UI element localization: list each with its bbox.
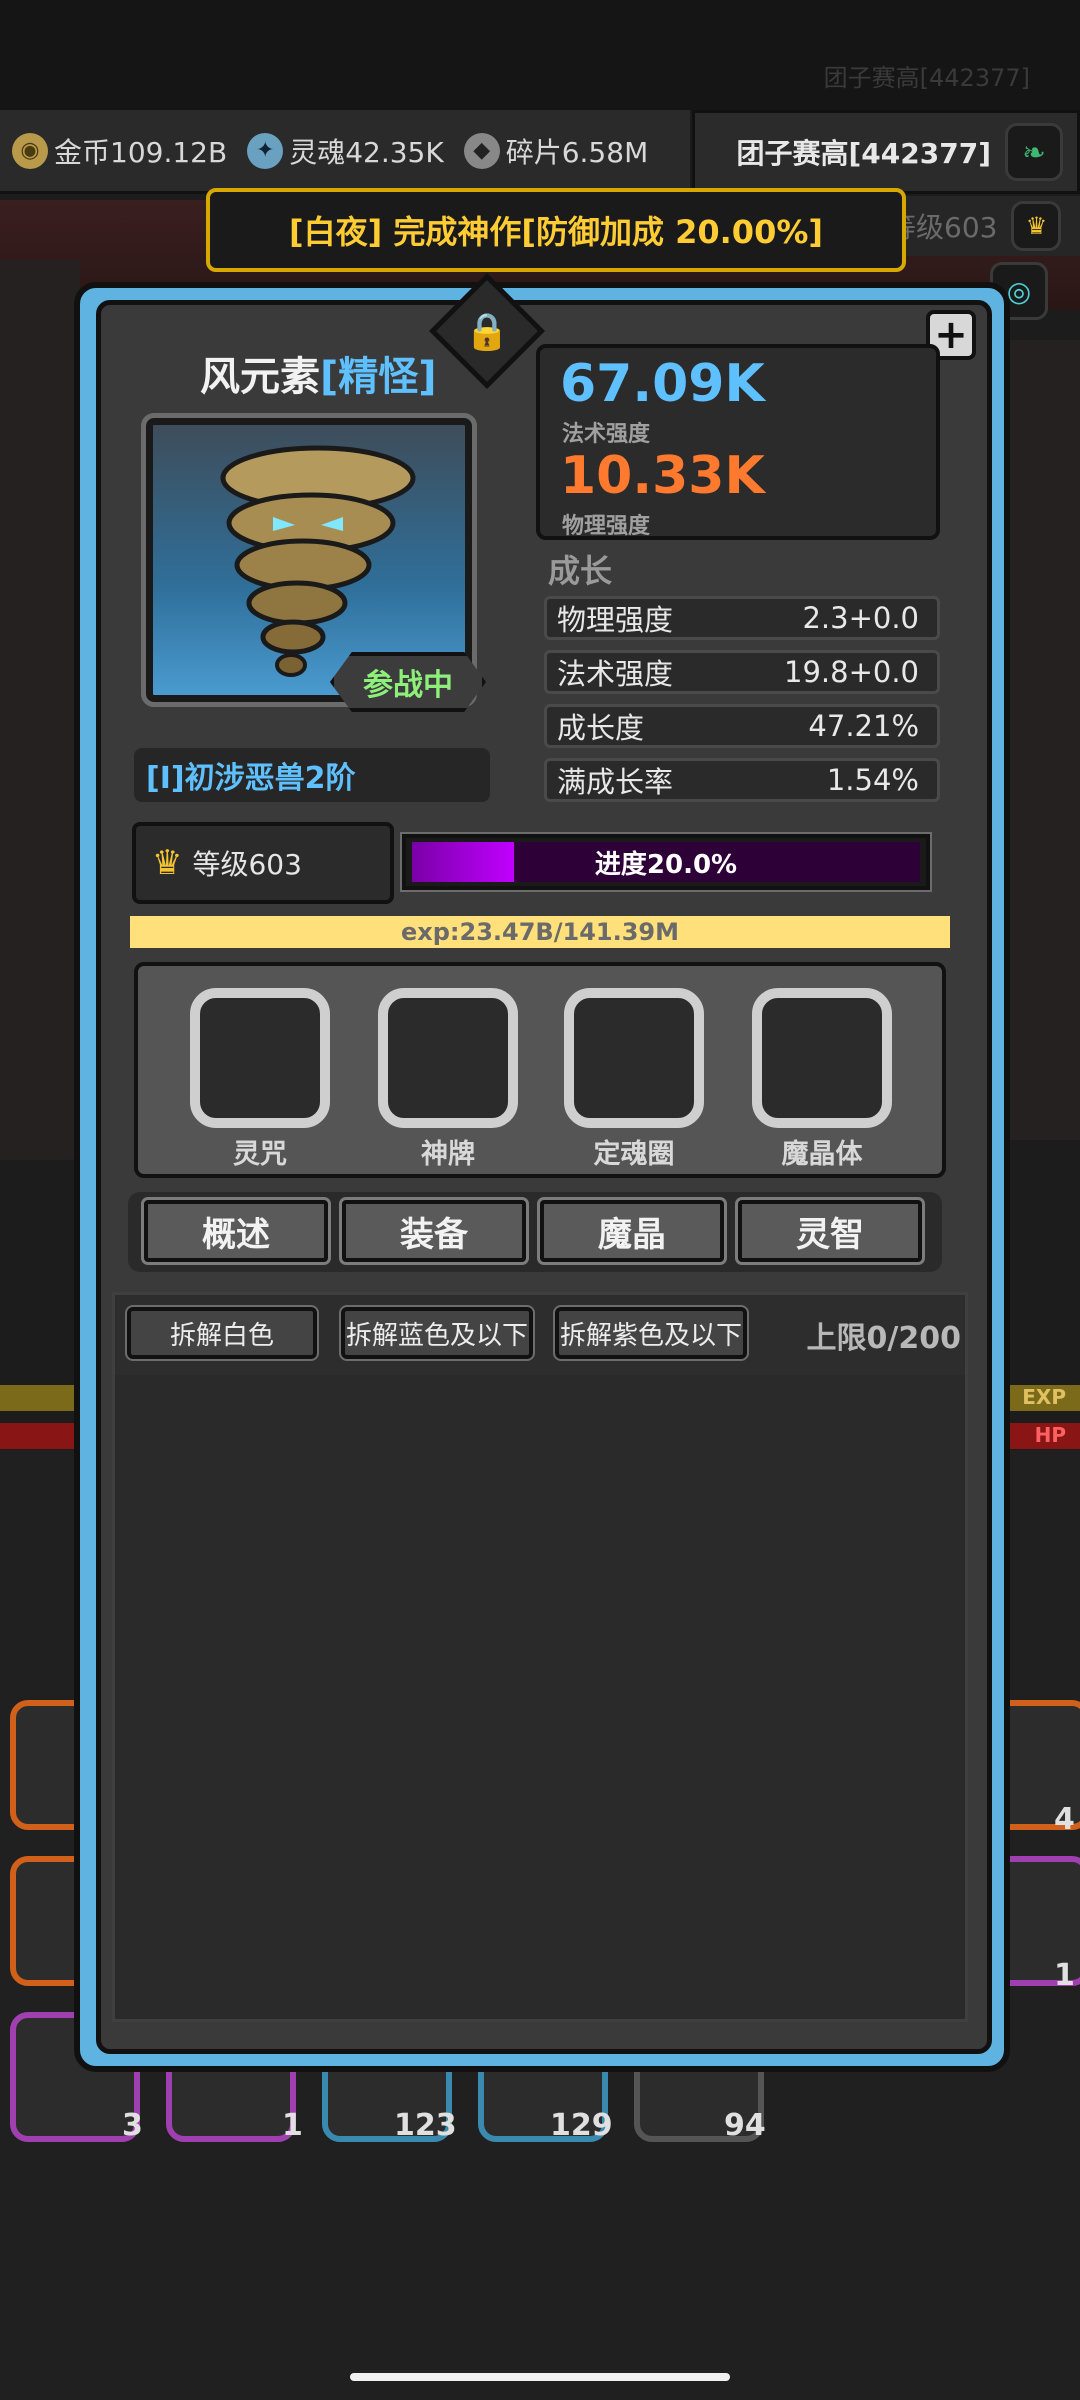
currency-soul[interactable]: ✦ 灵魂42.35K bbox=[247, 131, 444, 171]
currency-gold-label: 金币109.12B bbox=[54, 135, 228, 169]
equip-slot-crystal[interactable] bbox=[752, 988, 892, 1128]
physical-power-label: 物理强度 bbox=[562, 514, 651, 539]
home-indicator[interactable] bbox=[350, 2373, 730, 2381]
equip-slot-label: 神牌 bbox=[421, 1139, 475, 1170]
right-menu-background bbox=[1000, 340, 1080, 1140]
tab-crystal[interactable]: 魔晶 bbox=[537, 1197, 727, 1265]
power-summary: 67.09K 法术强度 10.33K 物理强度 bbox=[536, 344, 940, 540]
growth-stat-label: 法术强度 bbox=[557, 657, 674, 691]
deploy-status-badge[interactable]: 参战中 bbox=[330, 652, 486, 712]
equip-slot-soul-ring[interactable] bbox=[564, 988, 704, 1128]
growth-stat-label: 成长度 bbox=[557, 711, 645, 745]
growth-stat-label: 物理强度 bbox=[557, 603, 674, 637]
currency-soul-label: 灵魂42.35K bbox=[289, 135, 444, 169]
growth-section-title: 成长 bbox=[548, 552, 613, 590]
equip-slot-curse[interactable] bbox=[190, 988, 330, 1128]
inventory-capacity: 上限0/200 bbox=[806, 1321, 961, 1356]
monster-tier: [I]初涉恶兽2阶 bbox=[134, 748, 490, 802]
left-menu-background bbox=[0, 260, 80, 1160]
growth-stat-row: 物理强度 2.3+0.0 bbox=[544, 596, 940, 640]
hp-strip-label: HP bbox=[1034, 1423, 1066, 1447]
equip-slot-label: 定魂圈 bbox=[593, 1139, 675, 1170]
shard-icon: ◆ bbox=[463, 132, 500, 169]
equipment-slot-panel: 灵咒 神牌 定魂圈 魔晶体 bbox=[134, 962, 946, 1178]
growth-stat-row: 满成长率 1.54% bbox=[544, 758, 940, 802]
growth-stat-row: 法术强度 19.8+0.0 bbox=[544, 650, 940, 694]
stack-count: 3 bbox=[122, 2108, 143, 2143]
growth-stat-value: 19.8+0.0 bbox=[784, 655, 919, 689]
progress-label: 进度20.0% bbox=[594, 849, 738, 880]
top-bar-background bbox=[0, 0, 1080, 110]
growth-stat-value: 47.21% bbox=[808, 709, 919, 743]
growth-stat-label: 满成长率 bbox=[557, 765, 674, 799]
stack-count: 4 bbox=[1054, 1802, 1075, 1837]
stack-count: 129 bbox=[550, 2108, 613, 2143]
tab-overview[interactable]: 概述 bbox=[141, 1197, 331, 1265]
dismantle-blue-button[interactable]: 拆解蓝色及以下 bbox=[339, 1305, 535, 1361]
growth-stat-value: 1.54% bbox=[826, 763, 919, 797]
detail-tab-bar: 概述 装备 魔晶 灵智 bbox=[128, 1192, 942, 1272]
monster-level-label: 等级603 bbox=[192, 848, 302, 881]
growth-stat-row: 成长度 47.21% bbox=[544, 704, 940, 748]
stack-count: 1 bbox=[1054, 1958, 1075, 1993]
magic-power-value: 67.09K bbox=[560, 354, 765, 414]
currency-shard-label: 碎片6.58M bbox=[505, 135, 649, 169]
dismantle-white-button[interactable]: 拆解白色 bbox=[125, 1305, 319, 1361]
leaf-icon[interactable]: ❧ bbox=[1005, 123, 1063, 181]
player-name: 团子赛高[442377] bbox=[736, 137, 992, 170]
stack-count: 94 bbox=[724, 2108, 766, 2143]
exp-strip-label: EXP bbox=[1022, 1385, 1066, 1409]
monster-rarity: [精怪] bbox=[320, 354, 437, 400]
exp-bar: exp:23.47B/141.39M bbox=[130, 916, 950, 948]
dismantle-purple-button[interactable]: 拆解紫色及以下 bbox=[553, 1305, 749, 1361]
notification-toast: [白夜] 完成神作[防御加成 20.00%] bbox=[206, 188, 906, 272]
crown-icon: ♛ bbox=[152, 843, 183, 883]
currency-bar: ◉ 金币109.12B ✦ 灵魂42.35K ◆ 碎片6.58M bbox=[0, 110, 690, 194]
upgrade-progress-bar: 进度20.0% bbox=[400, 832, 932, 892]
equip-slot-label: 魔晶体 bbox=[781, 1139, 863, 1170]
monster-name-title: 风元素[精怪] bbox=[200, 344, 437, 402]
player-level-row: 等级603 ♛ bbox=[880, 196, 1080, 256]
soul-icon: ✦ bbox=[247, 132, 284, 169]
monster-level: ♛ 等级603 bbox=[132, 822, 394, 904]
player-name-ghost: 团子赛高[442377] bbox=[823, 64, 1030, 92]
stack-count: 1 bbox=[282, 2108, 303, 2143]
equip-slot-label: 灵咒 bbox=[233, 1139, 287, 1170]
monster-name: 风元素 bbox=[200, 354, 320, 400]
currency-gold[interactable]: ◉ 金币109.12B bbox=[12, 131, 227, 171]
equip-slot-divine-card[interactable] bbox=[378, 988, 518, 1128]
gold-coin-icon: ◉ bbox=[12, 132, 48, 169]
magic-power-label: 法术强度 bbox=[562, 422, 651, 447]
physical-power-value: 10.33K bbox=[560, 446, 765, 506]
player-info[interactable]: 团子赛高[442377] ❧ bbox=[692, 110, 1080, 194]
crown-icon[interactable]: ♛ bbox=[1011, 201, 1062, 251]
growth-stat-value: 2.3+0.0 bbox=[802, 601, 919, 635]
currency-shard[interactable]: ◆ 碎片6.58M bbox=[463, 131, 649, 171]
inventory-grid[interactable] bbox=[115, 1375, 965, 2019]
stack-count: 123 bbox=[394, 2108, 457, 2143]
tab-intellect[interactable]: 灵智 bbox=[735, 1197, 925, 1265]
tab-equipment[interactable]: 装备 bbox=[339, 1197, 529, 1265]
inventory-section: 拆解白色 拆解蓝色及以下 拆解紫色及以下 上限0/200 bbox=[112, 1292, 968, 2022]
